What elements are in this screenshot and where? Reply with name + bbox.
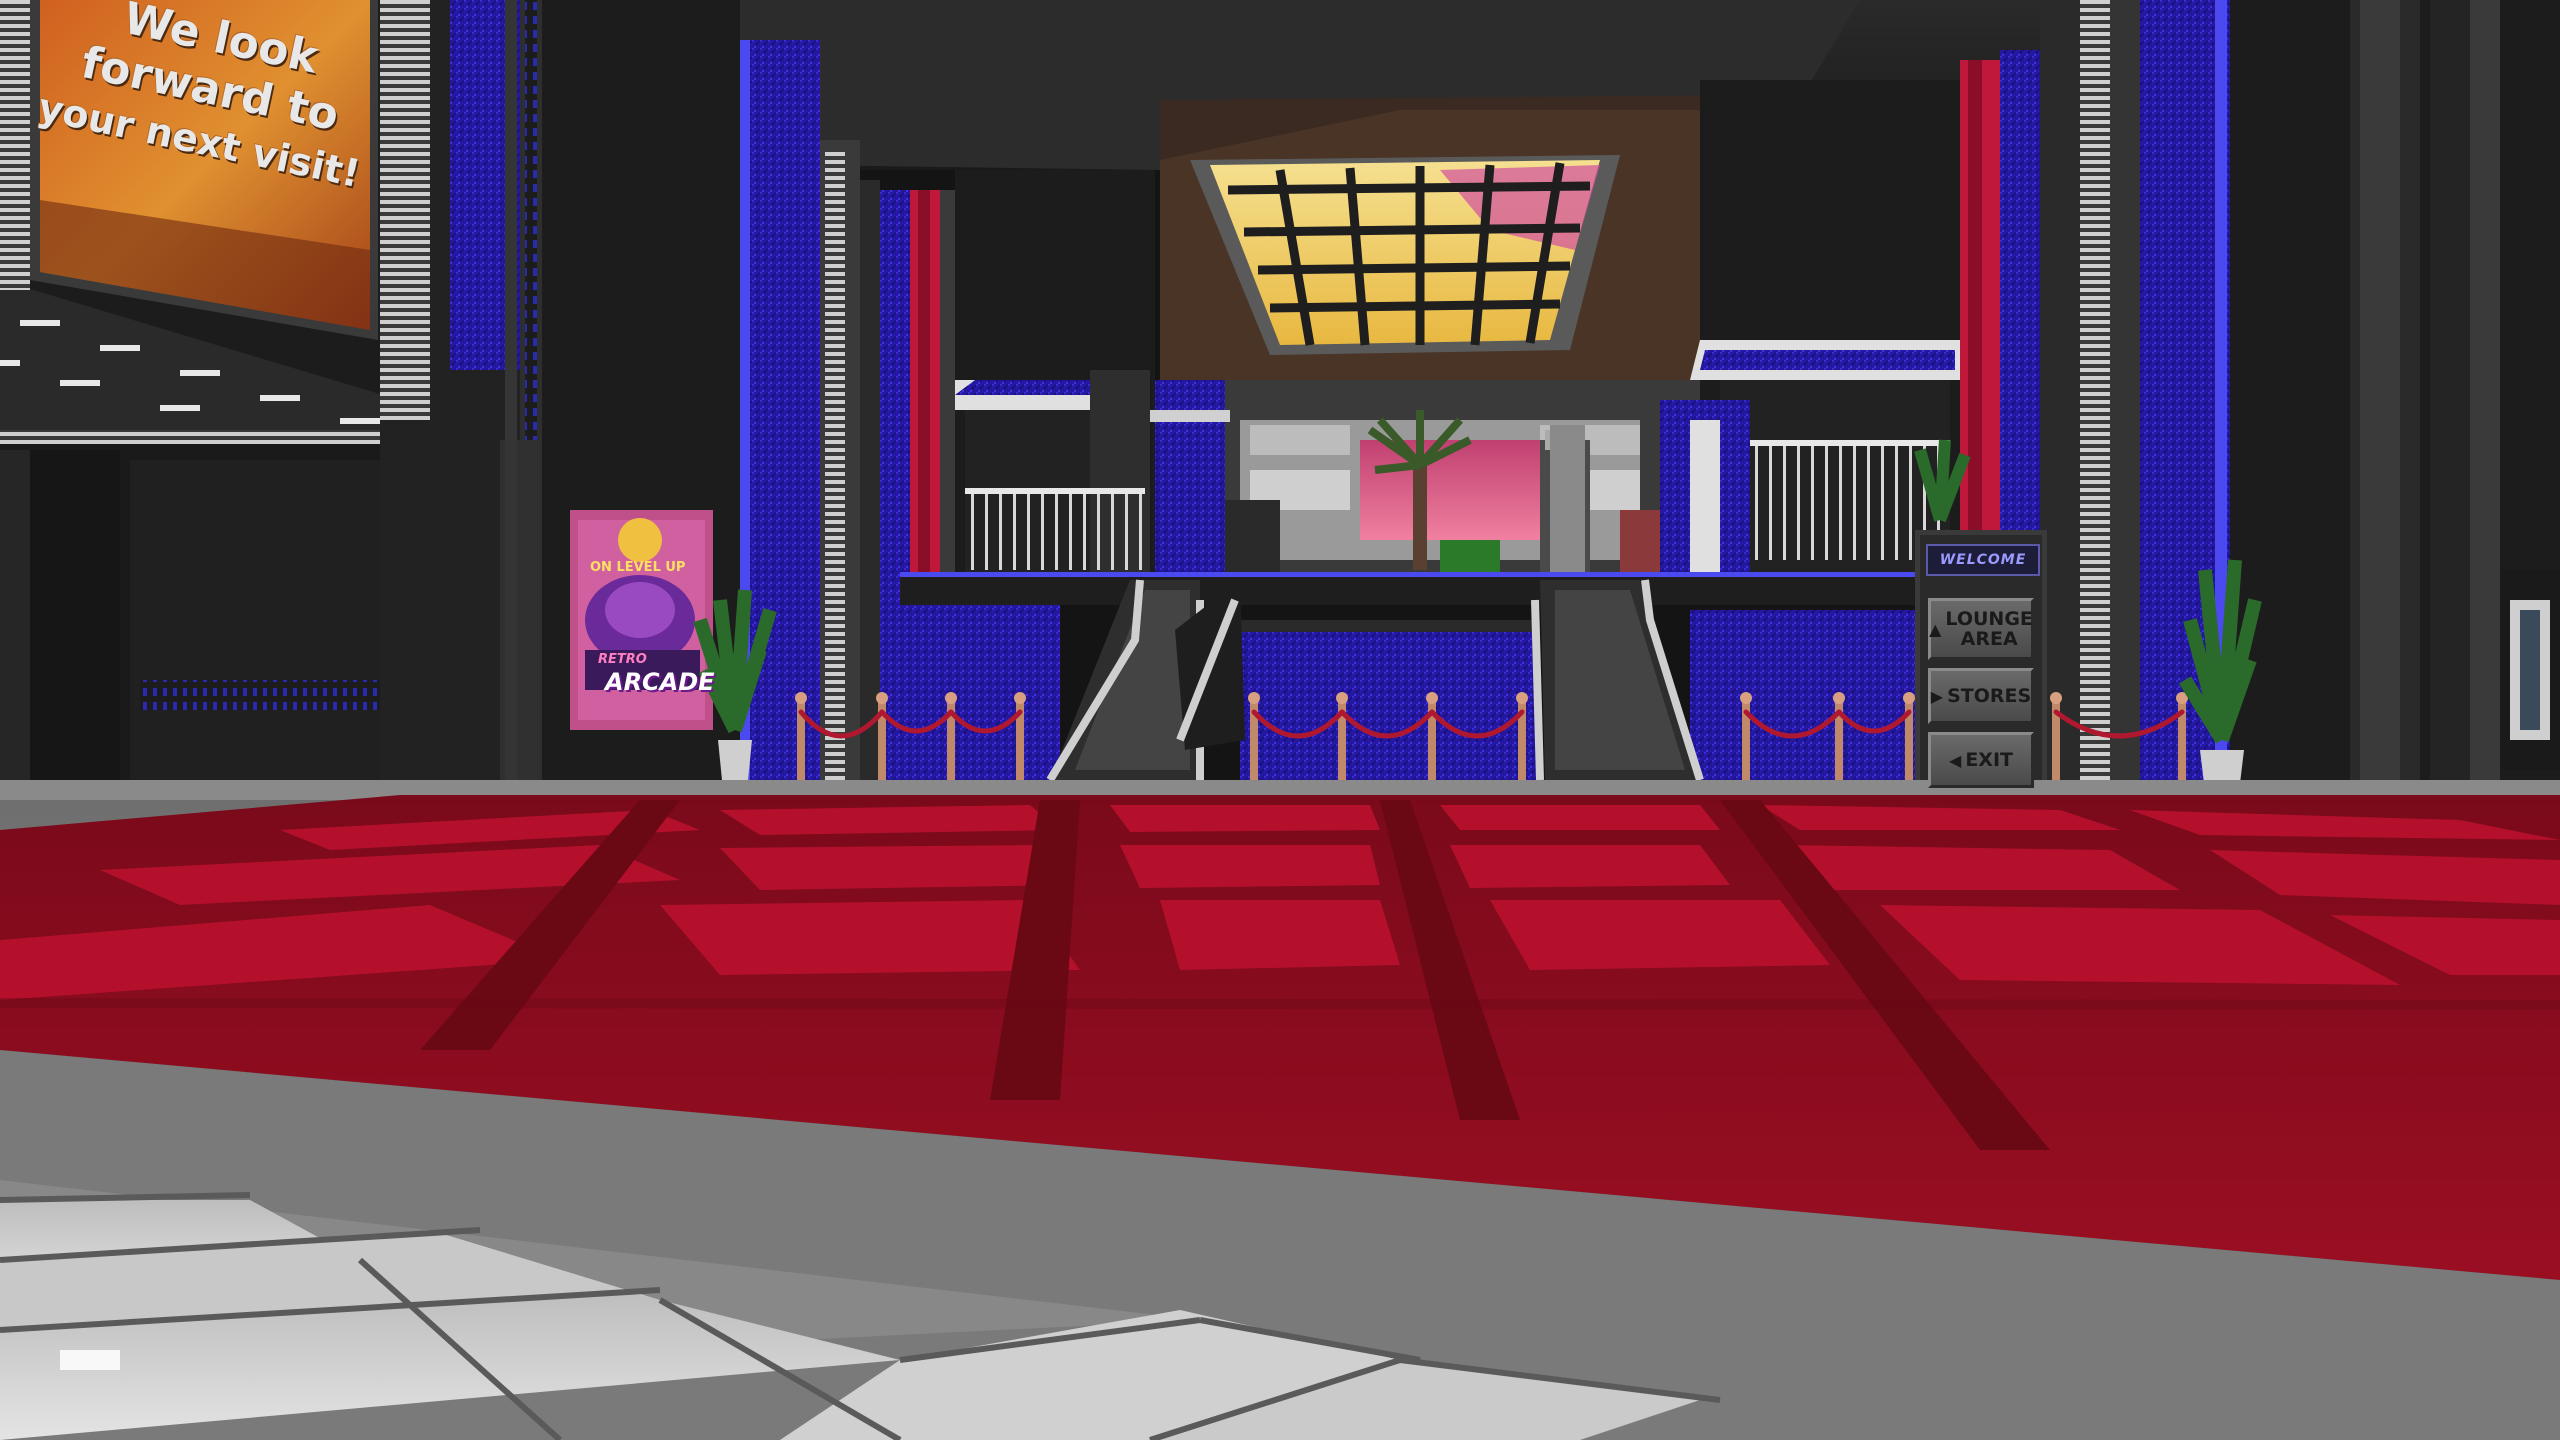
lounge-label-line2: AREA [1960, 628, 2018, 650]
right-arrow-icon: ▶ [1930, 686, 1944, 706]
lounge-label-line1: LOUNGE [1945, 608, 2033, 630]
directory-sign: WELCOME ▲ LOUNGE AREA ▶ STORES ◀ EXIT [1918, 530, 2044, 800]
escalator-left [1046, 579, 1245, 783]
game-viewport: We look forward to your next visit! ON L… [0, 0, 2560, 1440]
directory-stores-button[interactable]: ▶ STORES [1928, 668, 2034, 724]
directory-stores-label: STORES [1947, 685, 2032, 707]
directory-lounge-area-label: LOUNGE AREA [1945, 609, 2033, 649]
right-wall [2230, 0, 2560, 820]
directory-lounge-area-button[interactable]: ▲ LOUNGE AREA [1928, 598, 2034, 660]
left-arrow-icon: ◀ [1949, 750, 1962, 770]
directory-sign-header: WELCOME [1926, 544, 2040, 576]
escalator-right [1531, 579, 1704, 782]
billboard-screen [30, 0, 378, 340]
directory-exit-button[interactable]: ◀ EXIT [1928, 732, 2034, 788]
mall-atrium-scene [0, 0, 2560, 1440]
arcade-poster [570, 510, 713, 730]
directory-exit-label: EXIT [1965, 749, 2013, 771]
up-arrow-icon: ▲ [1929, 619, 1942, 639]
